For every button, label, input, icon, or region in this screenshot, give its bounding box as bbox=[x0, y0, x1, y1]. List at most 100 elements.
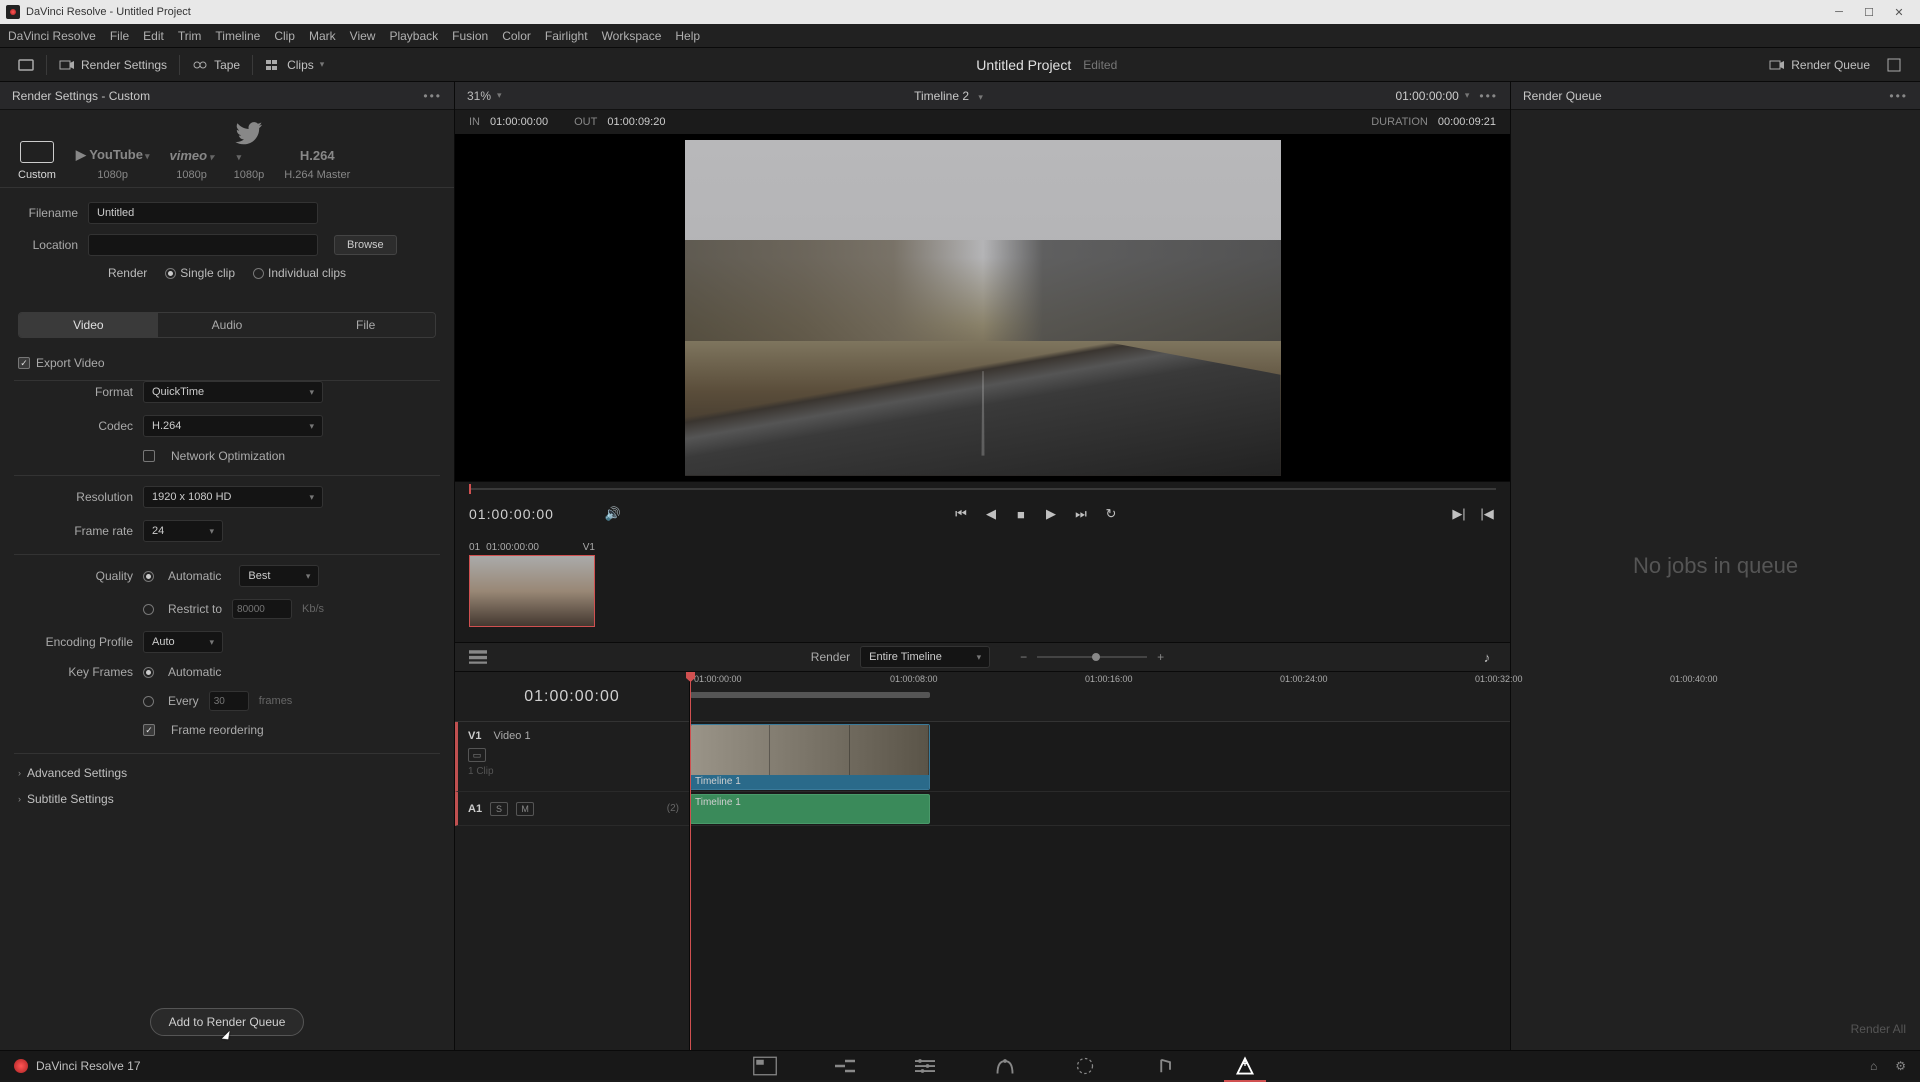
network-opt-checkbox[interactable] bbox=[143, 450, 155, 462]
viewer-zoom[interactable]: 31% bbox=[467, 89, 491, 103]
menu-trim[interactable]: Trim bbox=[178, 29, 202, 43]
panel-menu-icon[interactable]: ••• bbox=[423, 89, 442, 103]
clips-button[interactable]: Clips ▾ bbox=[257, 55, 332, 75]
menu-fairlight[interactable]: Fairlight bbox=[545, 29, 588, 43]
chevron-down-icon[interactable]: ▾ bbox=[1465, 90, 1470, 101]
page-cut[interactable] bbox=[830, 1056, 860, 1076]
next-frame-button[interactable]: ⏭ bbox=[1072, 505, 1090, 523]
frame-reordering-checkbox[interactable] bbox=[143, 724, 155, 736]
render-single-radio[interactable] bbox=[165, 268, 176, 279]
menu-timeline[interactable]: Timeline bbox=[215, 29, 260, 43]
maximize-button[interactable]: ☐ bbox=[1862, 5, 1876, 19]
play-button[interactable]: ▶ bbox=[1042, 505, 1060, 523]
preset-vimeo[interactable]: vimeo▾ 1080p bbox=[170, 148, 214, 181]
browse-button[interactable]: Browse bbox=[334, 235, 397, 255]
zoom-in-button[interactable]: + bbox=[1157, 650, 1164, 664]
stop-button[interactable]: ■ bbox=[1012, 505, 1030, 523]
menu-help[interactable]: Help bbox=[675, 29, 700, 43]
render-settings-button[interactable]: Render Settings bbox=[51, 55, 175, 75]
menu-view[interactable]: View bbox=[350, 29, 376, 43]
menu-davinci[interactable]: DaVinci Resolve bbox=[8, 29, 96, 43]
tab-file[interactable]: File bbox=[296, 313, 435, 337]
home-icon[interactable]: ⌂ bbox=[1870, 1059, 1877, 1073]
timeline-timecode[interactable]: 01:00:00:00 bbox=[455, 672, 689, 722]
preset-h264[interactable]: H.264 H.264 Master bbox=[284, 148, 350, 181]
prev-frame-button[interactable]: ◀ bbox=[982, 505, 1000, 523]
page-fairlight[interactable] bbox=[1150, 1056, 1180, 1076]
menu-fusion[interactable]: Fusion bbox=[452, 29, 488, 43]
in-value[interactable]: 01:00:00:00 bbox=[490, 116, 548, 128]
viewer-timecode-display[interactable]: 01:00:00:00 bbox=[1395, 89, 1458, 103]
track-a1-solo[interactable]: S bbox=[490, 802, 508, 816]
render-queue-button[interactable]: Render Queue bbox=[1761, 55, 1878, 75]
page-fusion[interactable] bbox=[990, 1056, 1020, 1076]
preset-custom[interactable]: Custom bbox=[18, 141, 56, 181]
viewer-scrubber[interactable] bbox=[455, 482, 1510, 496]
render-individual-radio[interactable] bbox=[253, 268, 264, 279]
jump-last-button[interactable]: |◀ bbox=[1478, 505, 1496, 523]
track-v1-toggle[interactable]: ▭ bbox=[468, 748, 486, 762]
panel-menu-icon[interactable]: ••• bbox=[1889, 89, 1908, 103]
out-value[interactable]: 01:00:09:20 bbox=[607, 116, 665, 128]
track-lane-a1[interactable]: Timeline 1 bbox=[690, 792, 1510, 826]
advanced-settings-expander[interactable]: › Advanced Settings bbox=[0, 760, 454, 786]
tab-video[interactable]: Video bbox=[19, 313, 158, 337]
quality-select[interactable]: Best▾ bbox=[239, 565, 319, 587]
close-button[interactable]: ✕ bbox=[1892, 5, 1906, 19]
page-color[interactable] bbox=[1070, 1056, 1100, 1076]
filename-input[interactable] bbox=[88, 202, 318, 224]
tape-button[interactable]: Tape bbox=[184, 55, 248, 75]
keyframes-auto-radio[interactable] bbox=[143, 667, 154, 678]
menu-workspace[interactable]: Workspace bbox=[602, 29, 662, 43]
jump-next-button[interactable]: ▶| bbox=[1450, 505, 1468, 523]
loop-button[interactable]: ↻ bbox=[1102, 505, 1120, 523]
timeline-ruler[interactable]: 01:00:00:00 01:00:08:00 01:00:16:00 01:0… bbox=[690, 672, 1510, 722]
minimize-button[interactable]: ─ bbox=[1832, 5, 1846, 19]
menu-color[interactable]: Color bbox=[502, 29, 531, 43]
keyframes-every-radio[interactable] bbox=[143, 696, 154, 707]
encoding-profile-select[interactable]: Auto▾ bbox=[143, 631, 223, 653]
menu-mark[interactable]: Mark bbox=[309, 29, 336, 43]
tab-audio[interactable]: Audio bbox=[158, 313, 297, 337]
restrict-to-radio[interactable] bbox=[143, 604, 154, 615]
menu-file[interactable]: File bbox=[110, 29, 129, 43]
volume-icon[interactable]: 🔊 bbox=[604, 505, 622, 523]
track-header-a1[interactable]: A1 S M (2) bbox=[455, 792, 689, 826]
video-clip[interactable]: Timeline 1 bbox=[690, 724, 930, 790]
menu-clip[interactable]: Clip bbox=[274, 29, 295, 43]
add-to-render-queue-button[interactable]: Add to Render Queue bbox=[150, 1008, 305, 1036]
timeline-range-bar[interactable] bbox=[690, 692, 930, 698]
clip-thumbnail[interactable]: 01 01:00:00:00 V1 bbox=[469, 540, 595, 627]
transport-timecode[interactable]: 01:00:00:00 bbox=[469, 506, 554, 522]
timeline-playhead[interactable] bbox=[690, 672, 691, 1050]
page-media[interactable] bbox=[750, 1056, 780, 1076]
first-frame-button[interactable]: ⏮ bbox=[952, 505, 970, 523]
audio-meters-icon[interactable]: ♪ bbox=[1478, 648, 1496, 666]
page-edit[interactable] bbox=[910, 1056, 940, 1076]
menu-playback[interactable]: Playback bbox=[389, 29, 438, 43]
codec-select[interactable]: H.264▾ bbox=[143, 415, 323, 437]
timeline-zoom-slider[interactable] bbox=[1037, 656, 1147, 658]
menu-edit[interactable]: Edit bbox=[143, 29, 164, 43]
subtitle-settings-expander[interactable]: › Subtitle Settings bbox=[0, 786, 454, 812]
viewer-timeline-name[interactable]: Timeline 2 ▾ bbox=[914, 89, 983, 103]
zoom-out-button[interactable]: − bbox=[1020, 650, 1027, 664]
render-all-button[interactable]: Render All bbox=[1851, 1022, 1906, 1036]
keyframes-every-input[interactable] bbox=[209, 691, 249, 711]
resolution-select[interactable]: 1920 x 1080 HD▾ bbox=[143, 486, 323, 508]
track-lane-v1[interactable]: Timeline 1 bbox=[690, 722, 1510, 792]
quick-export-button[interactable] bbox=[10, 55, 42, 75]
tracks-area[interactable]: 01:00:00:00 01:00:08:00 01:00:16:00 01:0… bbox=[690, 672, 1510, 1050]
location-input[interactable] bbox=[88, 234, 318, 256]
export-video-checkbox[interactable] bbox=[18, 357, 30, 369]
chevron-down-icon[interactable]: ▾ bbox=[497, 90, 502, 101]
audio-clip[interactable]: Timeline 1 bbox=[690, 794, 930, 824]
timeline-view-options-icon[interactable] bbox=[469, 648, 487, 666]
quality-auto-radio[interactable] bbox=[143, 571, 154, 582]
viewer-menu-icon[interactable]: ••• bbox=[1479, 89, 1498, 103]
format-select[interactable]: QuickTime▾ bbox=[143, 381, 323, 403]
timeline-render-range-select[interactable]: Entire Timeline▾ bbox=[860, 646, 990, 668]
viewer-canvas[interactable] bbox=[455, 134, 1510, 482]
track-a1-mute[interactable]: M bbox=[516, 802, 534, 816]
scrubber-playhead[interactable] bbox=[469, 484, 471, 494]
